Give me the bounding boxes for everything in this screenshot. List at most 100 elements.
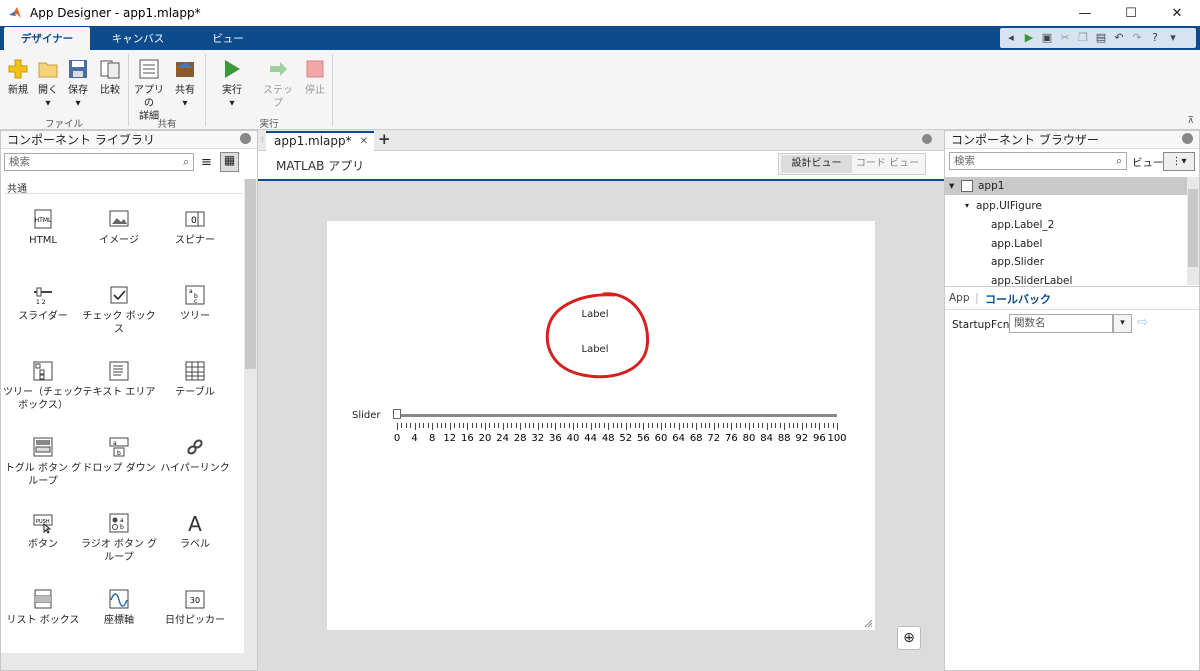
component-toggle-button-group[interactable]: トグル ボタン グループ: [3, 436, 83, 488]
tree-item-label2[interactable]: app.Label_2: [991, 216, 1054, 234]
expand-arrow-icon[interactable]: ▾: [949, 177, 954, 195]
tab-view[interactable]: ビュー: [182, 27, 274, 50]
library-scroll-thumb[interactable]: [245, 179, 256, 369]
component-slider[interactable]: 1 2 スライダー: [3, 284, 83, 323]
component-html[interactable]: HTML HTML: [3, 208, 83, 247]
tree-item-slider[interactable]: app.Slider: [991, 253, 1044, 271]
tab-app[interactable]: App: [949, 292, 970, 304]
slider-minor-tick: [735, 423, 737, 428]
library-scrollbar[interactable]: [244, 179, 257, 653]
tree-item-sliderlabel[interactable]: app.SliderLabel: [991, 272, 1072, 286]
slider-minor-tick: [709, 423, 711, 428]
slider-minor-tick: [771, 423, 772, 428]
slider-minor-tick: [432, 423, 434, 430]
library-search-input[interactable]: 検索 ⌕: [4, 153, 194, 171]
qat-more-icon[interactable]: ▾: [1166, 31, 1180, 45]
compare-button[interactable]: 比較: [93, 58, 127, 97]
component-hyperlink[interactable]: ハイパーリンク: [155, 436, 235, 475]
component-dropdown[interactable]: ab ドロップ ダウン: [79, 436, 159, 475]
qat-cut-icon[interactable]: ✂: [1058, 31, 1072, 45]
tree-item-label[interactable]: app.Label: [991, 235, 1042, 253]
qat-help-icon[interactable]: ?: [1148, 31, 1162, 45]
goto-callback-icon[interactable]: ⇨: [1137, 315, 1148, 330]
qat-save-icon[interactable]: ▣: [1040, 31, 1054, 45]
save-dropdown-icon[interactable]: ▾: [75, 98, 80, 109]
stop-button[interactable]: 停止: [298, 58, 332, 97]
qat-copy-icon[interactable]: ❐: [1076, 31, 1090, 45]
slider-tick-label: 4: [411, 433, 418, 444]
library-hscrollbar[interactable]: [1, 653, 257, 670]
share-button[interactable]: 共有 ▾: [168, 58, 202, 110]
drag-handle-icon: ⁞: [261, 135, 264, 144]
run-button[interactable]: 実行 ▾: [215, 58, 249, 110]
code-view-button[interactable]: コード ビュー: [852, 155, 923, 173]
resize-grip-icon[interactable]: [863, 618, 873, 628]
close-button[interactable]: ✕: [1154, 0, 1200, 26]
new-tab-plus-icon[interactable]: +: [378, 130, 391, 148]
zoom-in-icon[interactable]: ⊕: [897, 626, 921, 650]
component-date-picker[interactable]: 30 日付ピッカー: [155, 588, 235, 627]
component-tree-checkbox[interactable]: ツリー（チェック ボックス）: [3, 360, 83, 412]
qat-redo-icon[interactable]: ↷: [1130, 31, 1144, 45]
minimize-button[interactable]: —: [1062, 0, 1108, 26]
slider-tick-label: 72: [707, 433, 721, 444]
tab-canvas[interactable]: キャンバス: [92, 27, 184, 50]
component-radio-button-group[interactable]: ab ラジオ ボタン グループ: [79, 512, 159, 564]
design-view-button[interactable]: 設計ビュー: [781, 155, 852, 173]
new-button[interactable]: 新規: [1, 58, 35, 97]
panel-menu-icon[interactable]: [240, 133, 251, 144]
maximize-button[interactable]: ☐: [1108, 0, 1154, 26]
document-tab[interactable]: app1.mlapp* ✕: [266, 131, 374, 151]
collapse-ribbon-icon[interactable]: ⊼: [1187, 116, 1194, 126]
slider-minor-tick: [722, 423, 724, 428]
share-dropdown-icon[interactable]: ▾: [182, 98, 187, 109]
component-table[interactable]: テーブル: [155, 360, 235, 399]
component-push-button[interactable]: PUSH ボタン: [3, 512, 83, 551]
tab-designer[interactable]: デザイナー: [4, 27, 90, 50]
slider-minor-tick: [546, 423, 548, 428]
slider-minor-tick: [419, 423, 420, 428]
step-button[interactable]: ステップ: [260, 58, 296, 110]
dropdown-arrow-icon[interactable]: ▾: [1113, 314, 1132, 333]
component-checkbox[interactable]: チェック ボックス: [79, 284, 159, 336]
expand-arrow-icon[interactable]: ▾: [965, 197, 969, 215]
component-list-box[interactable]: リスト ボックス: [3, 588, 83, 627]
open-button[interactable]: 開く ▾: [31, 58, 65, 110]
slider-tick-label: 36: [549, 433, 562, 444]
open-dropdown-icon[interactable]: ▾: [45, 98, 50, 109]
callback-divider: [945, 309, 1199, 310]
close-tab-icon[interactable]: ✕: [360, 133, 368, 150]
qat-paste-icon[interactable]: ▤: [1094, 31, 1108, 45]
slider-minor-tick: [806, 423, 808, 428]
browser-scrollbar[interactable]: [1187, 177, 1199, 285]
component-image[interactable]: イメージ: [79, 208, 159, 247]
slider-track[interactable]: [397, 414, 837, 417]
tree-item-uifigure[interactable]: app.UIFigure: [976, 197, 1042, 215]
qat-dropdown-icon[interactable]: ◂: [1004, 31, 1018, 45]
qat-undo-icon[interactable]: ↶: [1112, 31, 1126, 45]
label-icon: A: [188, 512, 202, 534]
slider-minor-tick: [436, 423, 438, 428]
browser-scroll-thumb[interactable]: [1188, 189, 1198, 267]
slider-thumb[interactable]: [393, 409, 401, 419]
slider-minor-tick: [493, 423, 495, 428]
app-details-button[interactable]: アプリの 詳細: [132, 58, 166, 123]
startup-fcn-dropdown[interactable]: 関数名: [1009, 314, 1113, 333]
component-tree[interactable]: abc ツリー: [155, 284, 235, 323]
component-axes[interactable]: 座標軸: [79, 588, 159, 627]
slider-label[interactable]: Slider: [352, 410, 381, 421]
browser-search-input[interactable]: 検索 ⌕: [949, 152, 1127, 170]
component-label[interactable]: A ラベル: [155, 512, 235, 551]
editor-menu-icon[interactable]: [922, 134, 932, 144]
list-view-icon[interactable]: ≡: [201, 155, 212, 170]
component-spinner[interactable]: 0 スピナー: [155, 208, 235, 247]
save-button[interactable]: 保存 ▾: [61, 58, 95, 110]
run-dropdown-icon[interactable]: ▾: [229, 98, 234, 109]
component-text-area[interactable]: テキスト エリア: [79, 360, 159, 399]
qat-run-icon[interactable]: ▶: [1022, 31, 1036, 45]
grid-view-icon[interactable]: ▦: [220, 152, 239, 172]
tab-callback[interactable]: コールバック: [985, 291, 1051, 307]
panel-menu-icon[interactable]: [1182, 133, 1193, 144]
view-dropdown[interactable]: ⋮▾: [1163, 152, 1195, 171]
tree-item-app1[interactable]: app1: [978, 177, 1004, 195]
